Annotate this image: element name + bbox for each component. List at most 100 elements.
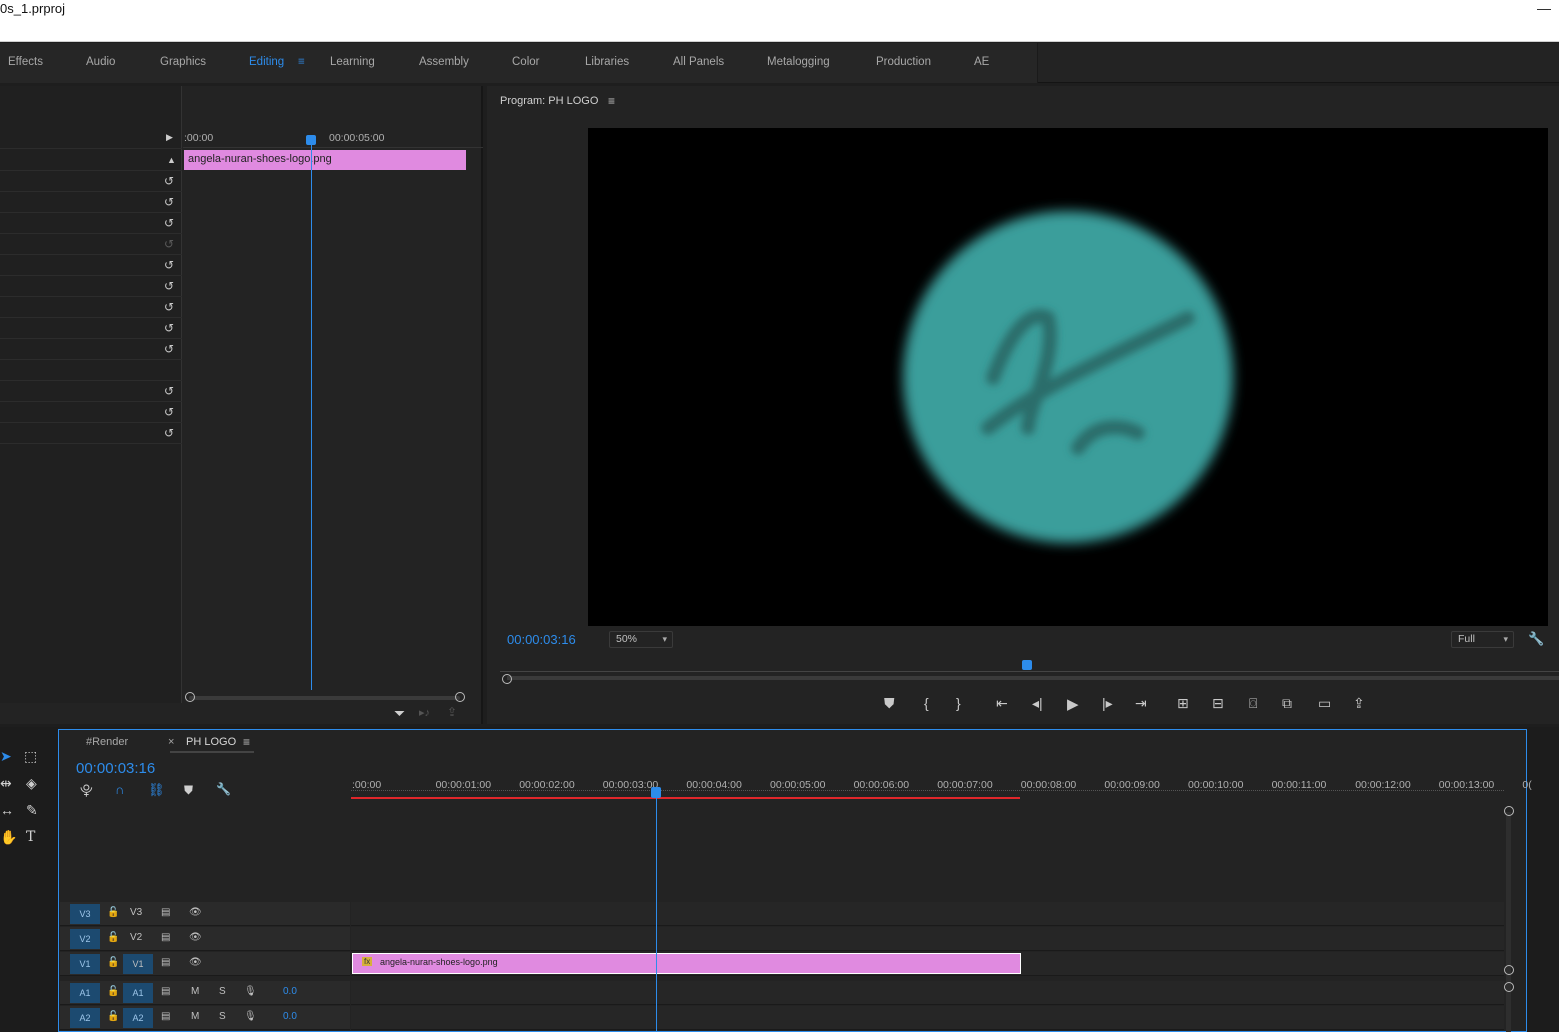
track-lane-v3[interactable] bbox=[351, 902, 1504, 926]
reset-parameter-icon[interactable]: ↺ bbox=[164, 384, 174, 398]
ec-scrollbar-track[interactable] bbox=[189, 696, 460, 700]
toggle-proxies-icon[interactable]: ▭ bbox=[1318, 695, 1331, 712]
track-target-v2[interactable]: V2 bbox=[130, 932, 142, 943]
track-lane-a2[interactable] bbox=[351, 1006, 1504, 1030]
reset-parameter-icon[interactable]: ↺ bbox=[164, 321, 174, 335]
ec-scroll-handle-right[interactable] bbox=[455, 692, 465, 702]
hand-tool-icon[interactable]: ✋ bbox=[0, 829, 17, 846]
lock-icon[interactable]: 🔓 bbox=[107, 957, 119, 968]
solo-button[interactable]: S bbox=[219, 986, 226, 997]
eye-icon[interactable]: 👁 bbox=[189, 932, 202, 943]
ec-collapse-arrow-icon[interactable]: ▲ bbox=[167, 155, 176, 165]
reset-parameter-icon[interactable]: ↺ bbox=[164, 405, 174, 419]
step-forward-icon[interactable]: |▸ bbox=[1102, 695, 1113, 712]
sync-lock-icon[interactable]: ▤ bbox=[161, 986, 170, 997]
timeline-vscroll-handle-mid[interactable] bbox=[1504, 965, 1514, 975]
source-patch-a2[interactable]: A2 bbox=[70, 1008, 100, 1028]
reset-parameter-icon[interactable]: ↺ bbox=[164, 426, 174, 440]
add-marker-timeline-icon[interactable]: ⛊ bbox=[184, 783, 193, 798]
pen-tool-icon[interactable]: ✎ bbox=[26, 802, 38, 819]
source-patch-a1[interactable]: A1 bbox=[70, 983, 100, 1003]
reset-parameter-icon[interactable]: ↺ bbox=[164, 300, 174, 314]
extract-icon[interactable]: ⊟ bbox=[1212, 695, 1224, 712]
microphone-icon[interactable]: 🎙 bbox=[244, 1011, 257, 1022]
tab-ph-logo[interactable]: PH LOGO bbox=[186, 736, 236, 748]
close-icon[interactable]: × bbox=[168, 736, 174, 748]
mute-button[interactable]: M bbox=[191, 1011, 199, 1022]
nest-sequence-icon[interactable]: ⯓ bbox=[80, 782, 93, 804]
comparison-view-icon[interactable]: ⧉ bbox=[1282, 695, 1292, 712]
quality-select[interactable]: Full ▾ bbox=[1451, 631, 1514, 648]
sync-lock-icon[interactable]: ▤ bbox=[161, 1011, 170, 1022]
workspace-tab-effects[interactable]: Effects bbox=[8, 56, 43, 68]
workspace-tab-production[interactable]: Production bbox=[876, 56, 931, 68]
source-patch-v2[interactable]: V2 bbox=[70, 929, 100, 949]
reset-parameter-icon[interactable]: ↺ bbox=[164, 216, 174, 230]
reset-parameter-icon[interactable]: ↺ bbox=[164, 174, 174, 188]
ec-playhead-handle[interactable] bbox=[306, 135, 316, 145]
timeline-timecode[interactable]: 00:00:03:16 bbox=[76, 760, 155, 777]
reset-parameter-icon[interactable]: ↺ bbox=[164, 237, 174, 251]
timeline-vscroll-handle-top[interactable] bbox=[1504, 806, 1514, 816]
workspace-menu-icon[interactable]: ≡ bbox=[298, 56, 305, 68]
timeline-playhead-handle[interactable] bbox=[651, 787, 662, 798]
reset-parameter-icon[interactable]: ↺ bbox=[164, 258, 174, 272]
slip-tool-icon[interactable]: ↔ bbox=[0, 802, 14, 818]
ec-expand-arrow-icon[interactable]: ▶ bbox=[166, 132, 173, 143]
workspace-tab-libraries[interactable]: Libraries bbox=[585, 56, 629, 68]
workspace-tab-graphics[interactable]: Graphics bbox=[160, 56, 206, 68]
workspace-tab-all-panels[interactable]: All Panels bbox=[673, 56, 724, 68]
step-back-icon[interactable]: ◂| bbox=[1032, 695, 1043, 712]
timeline-settings-icon[interactable]: 🔧 bbox=[216, 782, 231, 796]
workspace-tab-assembly[interactable]: Assembly bbox=[419, 56, 469, 68]
razor-tool-icon[interactable]: ◈ bbox=[26, 775, 37, 792]
lock-icon[interactable]: 🔓 bbox=[107, 1011, 119, 1022]
add-marker-icon[interactable]: ⛊ bbox=[884, 695, 895, 712]
ripple-edit-tool-icon[interactable]: ⇹ bbox=[0, 775, 12, 792]
track-target-a2[interactable]: A2 bbox=[123, 1008, 153, 1028]
track-volume[interactable]: 0.0 bbox=[283, 1011, 297, 1022]
source-patch-v1[interactable]: V1 bbox=[70, 954, 100, 974]
monitor-scrubber-bar[interactable] bbox=[507, 676, 1559, 680]
program-timecode[interactable]: 00:00:03:16 bbox=[507, 632, 576, 647]
ec-export-icon[interactable]: ⇪ bbox=[447, 705, 457, 719]
filter-icon[interactable]: ⏷ bbox=[394, 705, 405, 722]
share-icon[interactable]: ⇪ bbox=[1353, 695, 1365, 712]
ec-scroll-handle-left[interactable] bbox=[185, 692, 195, 702]
source-patch-v3[interactable]: V3 bbox=[70, 904, 100, 924]
wrench-icon[interactable]: 🔧 bbox=[1528, 631, 1544, 647]
eye-icon[interactable]: 👁 bbox=[189, 957, 202, 968]
go-to-out-icon[interactable]: ⇥ bbox=[1135, 695, 1147, 712]
reset-parameter-icon[interactable]: ↺ bbox=[164, 342, 174, 356]
ec-play-audio-icon[interactable]: ▸♪ bbox=[419, 706, 430, 719]
lock-icon[interactable]: 🔓 bbox=[107, 907, 119, 918]
track-volume[interactable]: 0.0 bbox=[283, 986, 297, 997]
monitor-playhead[interactable] bbox=[1022, 660, 1033, 670]
sync-lock-icon[interactable]: ▤ bbox=[161, 907, 170, 918]
v1-clip[interactable]: fx angela-nuran-shoes-logo.png bbox=[352, 953, 1021, 974]
ec-clip-bar[interactable]: angela-nuran-shoes-logo.png bbox=[184, 150, 466, 170]
mark-in-icon[interactable]: { bbox=[924, 695, 929, 711]
timeline-vscroll-track[interactable] bbox=[1506, 812, 1511, 1032]
work-area-bar[interactable] bbox=[351, 797, 1020, 799]
workspace-tab-audio[interactable]: Audio bbox=[86, 56, 115, 68]
track-target-a1[interactable]: A1 bbox=[123, 983, 153, 1003]
type-tool-icon[interactable]: T bbox=[26, 829, 35, 845]
minimize-button[interactable]: — bbox=[1537, 0, 1551, 16]
workspace-tab-editing[interactable]: Editing bbox=[249, 56, 284, 68]
mark-out-icon[interactable]: } bbox=[956, 695, 961, 711]
workspace-tab-ae[interactable]: AE bbox=[974, 56, 989, 68]
export-frame-icon[interactable]: ⌼ bbox=[1249, 695, 1257, 712]
selection-tool-icon[interactable]: ➤ bbox=[0, 748, 12, 765]
program-monitor-menu-icon[interactable]: ≡ bbox=[608, 94, 615, 108]
linked-selection-icon[interactable]: ⛓ bbox=[148, 782, 165, 798]
timeline-menu-icon[interactable]: ≡ bbox=[243, 735, 250, 749]
microphone-icon[interactable]: 🎙 bbox=[244, 986, 257, 997]
timeline-vscroll-handle-bottom[interactable] bbox=[1504, 982, 1514, 992]
track-target-v1[interactable]: V1 bbox=[123, 954, 153, 974]
solo-button[interactable]: S bbox=[219, 1011, 226, 1022]
mute-button[interactable]: M bbox=[191, 986, 199, 997]
track-target-v3[interactable]: V3 bbox=[130, 907, 142, 918]
play-icon[interactable]: ▶ bbox=[1067, 695, 1079, 713]
workspace-tab-metalogging[interactable]: Metalogging bbox=[767, 56, 830, 68]
